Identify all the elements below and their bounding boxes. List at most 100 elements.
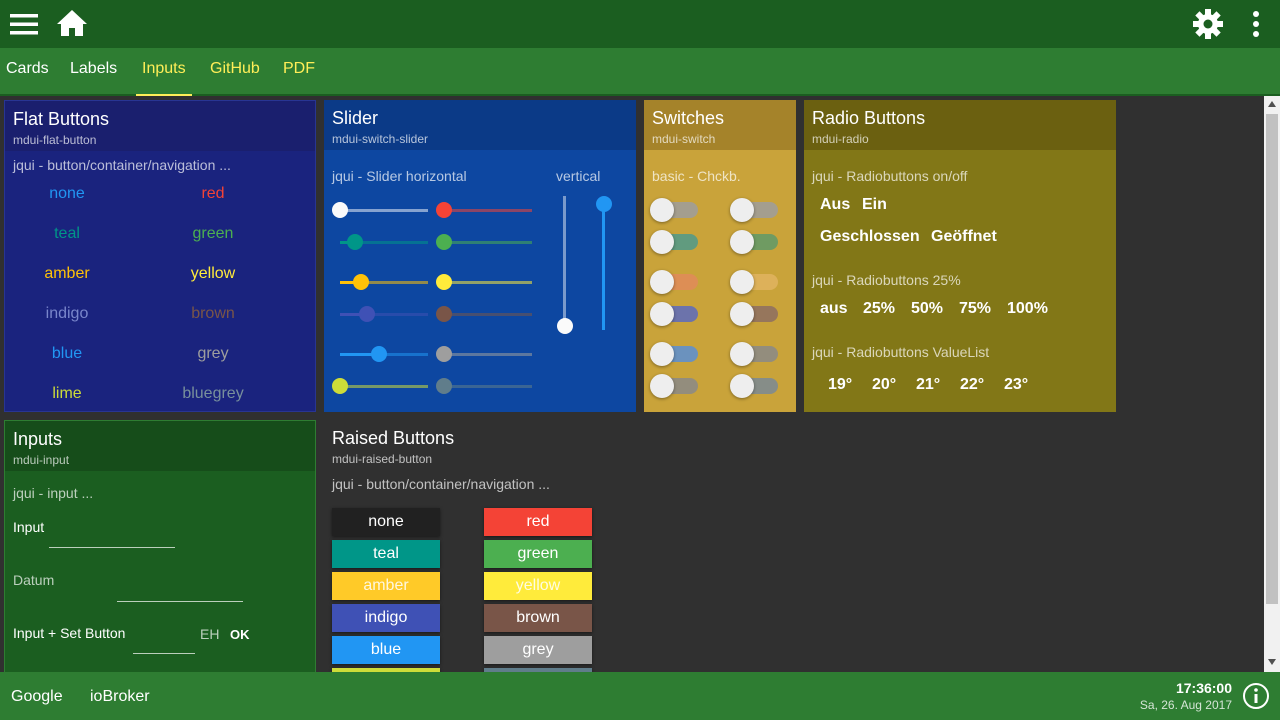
raised-button-red[interactable]: red bbox=[484, 508, 592, 536]
switch-5-1-knob[interactable] bbox=[650, 342, 674, 366]
card-caption: jqui - button/container/navigation ... bbox=[332, 476, 550, 492]
slider-left-3-track[interactable] bbox=[361, 281, 428, 284]
radio-temp-22[interactable]: 22° bbox=[960, 376, 984, 394]
footer-link-iobroker[interactable]: ioBroker bbox=[90, 688, 150, 706]
radio-pct-aus[interactable]: aus bbox=[820, 300, 848, 318]
raised-button-blue[interactable]: blue bbox=[332, 636, 440, 664]
slider-left-4-thumb[interactable] bbox=[359, 306, 376, 322]
slider-right-4-track[interactable] bbox=[444, 313, 532, 316]
slider-left-6-track[interactable] bbox=[340, 385, 428, 388]
switch-2-2-knob[interactable] bbox=[730, 230, 754, 254]
flat-button-none[interactable]: none bbox=[17, 185, 117, 203]
radio-ein[interactable]: Ein bbox=[862, 196, 887, 214]
raised-button-none[interactable]: none bbox=[332, 508, 440, 536]
flat-button-green[interactable]: green bbox=[163, 225, 263, 243]
radio-temp-20[interactable]: 20° bbox=[872, 376, 896, 394]
switch-1-2-knob[interactable] bbox=[730, 198, 754, 222]
ok-button[interactable]: OK bbox=[230, 627, 250, 642]
raised-button-indigo[interactable]: indigo bbox=[332, 604, 440, 632]
slider-right-3-track[interactable] bbox=[444, 281, 532, 284]
switch-1-1-knob[interactable] bbox=[650, 198, 674, 222]
flat-button-bluegrey[interactable]: bluegrey bbox=[163, 385, 263, 403]
vertical-slider-2-thumb[interactable] bbox=[596, 196, 612, 212]
slider-left-4-track[interactable] bbox=[367, 313, 428, 316]
switch-6-1-knob[interactable] bbox=[650, 374, 674, 398]
slider-right-4-thumb[interactable] bbox=[436, 306, 452, 322]
slider-left-1-track[interactable] bbox=[340, 209, 428, 212]
radio-geschlossen[interactable]: Geschlossen bbox=[820, 228, 920, 246]
tab-github[interactable]: GitHub bbox=[210, 48, 260, 96]
slider-left-2-track[interactable] bbox=[354, 241, 428, 244]
slider-right-1-track[interactable] bbox=[444, 209, 532, 212]
switch-3-2-knob[interactable] bbox=[730, 270, 754, 294]
slider-right-6-track[interactable] bbox=[444, 385, 532, 388]
vertical-slider-2-fill[interactable] bbox=[602, 204, 605, 330]
gear-icon[interactable] bbox=[1192, 8, 1224, 40]
flat-button-lime[interactable]: lime bbox=[17, 385, 117, 403]
slider-right-1-thumb[interactable] bbox=[436, 202, 452, 218]
radio-pct-100[interactable]: 100% bbox=[1007, 300, 1048, 318]
slider-right-2-thumb[interactable] bbox=[436, 234, 452, 250]
radio-temp-21[interactable]: 21° bbox=[916, 376, 940, 394]
switch-4-2-knob[interactable] bbox=[730, 302, 754, 326]
tab-cards[interactable]: Cards bbox=[6, 48, 49, 96]
flat-button-yellow[interactable]: yellow bbox=[163, 265, 263, 283]
slider-left-1-thumb[interactable] bbox=[332, 202, 348, 218]
switch-6-2-knob[interactable] bbox=[730, 374, 754, 398]
switch-3-1-knob[interactable] bbox=[650, 270, 674, 294]
slider-left-6-thumb[interactable] bbox=[332, 378, 348, 394]
tab-pdf[interactable]: PDF bbox=[283, 48, 315, 96]
slider-right-6-thumb[interactable] bbox=[436, 378, 452, 394]
radio-geoeffnet[interactable]: Geöffnet bbox=[931, 228, 997, 246]
flat-button-blue[interactable]: blue bbox=[17, 345, 117, 363]
flat-button-grey[interactable]: grey bbox=[163, 345, 263, 363]
radio-temp-19[interactable]: 19° bbox=[828, 376, 852, 394]
hamburger-icon[interactable] bbox=[10, 12, 38, 36]
raised-button-grey[interactable]: grey bbox=[484, 636, 592, 664]
clock-date: Sa, 26. Aug 2017 bbox=[1139, 698, 1232, 712]
raised-button-brown[interactable]: brown bbox=[484, 604, 592, 632]
raised-button-amber[interactable]: amber bbox=[332, 572, 440, 600]
flat-button-brown[interactable]: brown bbox=[163, 305, 263, 323]
footer-link-google[interactable]: Google bbox=[11, 688, 63, 706]
slider-left-5-thumb[interactable] bbox=[370, 346, 387, 362]
flat-button-teal[interactable]: teal bbox=[17, 225, 117, 243]
raised-button-teal[interactable]: teal bbox=[332, 540, 440, 568]
home-icon[interactable] bbox=[56, 8, 88, 38]
slider-right-5-thumb[interactable] bbox=[436, 346, 452, 362]
raised-button-yellow[interactable]: yellow bbox=[484, 572, 592, 600]
slider-caption: jqui - Slider horizontal bbox=[332, 168, 467, 184]
card-subtitle: mdui-switch-slider bbox=[332, 132, 429, 146]
switch-5-2-knob[interactable] bbox=[730, 342, 754, 366]
vertical-scrollbar[interactable] bbox=[1264, 96, 1280, 672]
vertical-slider-1-thumb[interactable] bbox=[557, 318, 573, 334]
radio-pct-25[interactable]: 25% bbox=[863, 300, 895, 318]
scroll-thumb[interactable] bbox=[1266, 114, 1278, 604]
scroll-up-icon[interactable] bbox=[1267, 100, 1277, 108]
input-field[interactable] bbox=[49, 547, 175, 548]
vertical-slider-1-track[interactable] bbox=[563, 196, 566, 326]
flat-button-indigo[interactable]: indigo bbox=[17, 305, 117, 323]
raised-button-green[interactable]: green bbox=[484, 540, 592, 568]
slider-left-3-thumb[interactable] bbox=[353, 274, 370, 290]
tab-inputs[interactable]: Inputs bbox=[136, 48, 192, 96]
scroll-down-icon[interactable] bbox=[1267, 658, 1277, 666]
flat-button-red[interactable]: red bbox=[163, 185, 263, 203]
set-input-field[interactable] bbox=[133, 653, 195, 654]
more-vert-icon[interactable] bbox=[1250, 10, 1262, 38]
radio-temp-23[interactable]: 23° bbox=[1004, 376, 1028, 394]
slider-right-3-thumb[interactable] bbox=[436, 274, 452, 290]
switch-4-1-knob[interactable] bbox=[650, 302, 674, 326]
card-title: Slider bbox=[332, 108, 379, 128]
flat-button-amber[interactable]: amber bbox=[17, 265, 117, 283]
radio-pct-50[interactable]: 50% bbox=[911, 300, 943, 318]
slider-right-2-track[interactable] bbox=[444, 241, 532, 244]
tab-labels[interactable]: Labels bbox=[70, 48, 117, 96]
info-icon[interactable] bbox=[1242, 682, 1270, 710]
slider-right-5-track[interactable] bbox=[444, 353, 532, 356]
datum-field[interactable] bbox=[117, 601, 243, 602]
radio-aus[interactable]: Aus bbox=[820, 196, 850, 214]
switch-2-1-knob[interactable] bbox=[650, 230, 674, 254]
slider-left-2-thumb[interactable] bbox=[346, 234, 363, 250]
radio-pct-75[interactable]: 75% bbox=[959, 300, 991, 318]
